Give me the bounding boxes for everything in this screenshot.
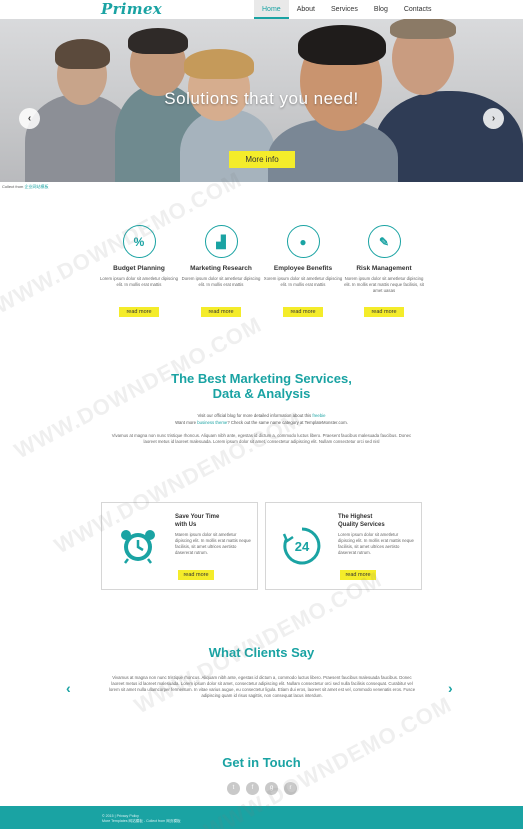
site-logo[interactable]: Primex [101, 0, 162, 18]
google-plus-icon[interactable]: g [265, 782, 278, 795]
clients-testimonial: Vivamus at magna non nunc tristique rhon… [108, 675, 416, 698]
social-links: t f g r [227, 782, 297, 795]
clients-prev-button[interactable]: ‹ [66, 680, 71, 696]
box-text: Marem ipsum dolor sit ametletur dipiscin… [175, 532, 251, 555]
percent-icon: % [122, 225, 156, 258]
hero-next-button[interactable]: › [483, 108, 504, 129]
user-icon: ● [286, 225, 320, 258]
blog-line-text: Visit our official blog for more detaile… [197, 413, 312, 418]
marketing-title-line2: Data & Analysis [212, 386, 311, 401]
marketing-blog-line: Visit our official blog for more detaile… [0, 413, 523, 418]
site-footer: © 2015 | Privacy Policy More Templates 网… [0, 806, 523, 829]
box-title-line2: with Us [175, 522, 197, 528]
feature-text: Xorem ipsum dolor sit ametletur dipiscin… [263, 276, 343, 287]
feature-title: Marketing Research [190, 265, 252, 272]
nav-blog[interactable]: Blog [366, 0, 396, 19]
feature-text: Dorem ipsum dolor sit ametletur dipiscin… [181, 276, 261, 287]
clients-title: What Clients Say [208, 645, 315, 660]
site-header: Primex Home About Services Blog Contacts [0, 0, 523, 19]
marketing-title-line1: The Best Marketing Services, [171, 371, 352, 386]
box-title-line1: The Highest [338, 514, 373, 520]
chevron-right-icon: › [491, 113, 496, 124]
hero-title: Solutions that you need! [164, 89, 359, 108]
feature-title: Employee Benefits [273, 265, 333, 272]
collect-from-note: Collect from 企业网站模板 [2, 184, 48, 190]
read-more-button[interactable]: read more [119, 307, 159, 317]
theme-line-post: ? Check out the same name category at Te… [227, 420, 348, 425]
box-text: Lorem ipsum dolor sit ametletur dipiscin… [338, 532, 414, 555]
contact-title: Get in Touch [222, 755, 301, 770]
feature-employee-benefits: ● Employee Benefits Xorem ipsum dolor si… [261, 225, 345, 288]
hero-slider: ‹ › Solutions that you need! More info [0, 19, 523, 182]
nav-about[interactable]: About [289, 0, 323, 19]
read-more-button[interactable]: read more [364, 307, 404, 317]
chevron-left-icon: ‹ [66, 680, 71, 696]
hero-prev-button[interactable]: ‹ [19, 108, 40, 129]
page: Primex Home About Services Blog Contacts [0, 0, 523, 829]
twitter-icon[interactable]: t [227, 782, 240, 795]
nav-home[interactable]: Home [254, 0, 289, 19]
nav-services[interactable]: Services [323, 0, 366, 19]
footer-templates[interactable]: More Templates 网站模板 - Collect from 网页模板 [102, 819, 181, 824]
marketing-paragraph: Vivamus at magna non nunc tristique rhon… [111, 433, 412, 444]
read-more-button[interactable]: read more [283, 307, 323, 317]
service-box-quality: 24 The Highest Quality Services Lorem ip… [265, 502, 422, 590]
feature-marketing-research: ▟ Marketing Research Dorem ipsum dolor s… [179, 225, 263, 288]
freebie-link[interactable]: freebie [312, 413, 325, 418]
feature-text: Lorem ipsum dolor sit ametletur dipiscin… [99, 276, 179, 287]
read-more-button[interactable]: read more [340, 570, 376, 580]
wrench-icon: ✎ [367, 225, 401, 258]
footer-copyright[interactable]: © 2015 | Privacy Policy [102, 814, 139, 818]
box-title-line1: Save Your Time [175, 514, 220, 520]
nav-contacts[interactable]: Contacts [396, 0, 440, 19]
collect-link[interactable]: 企业网站模板 [24, 184, 48, 189]
service-box-save-time: Save Your Time with Us Marem ipsum dolor… [101, 502, 258, 590]
svg-text:24: 24 [295, 539, 310, 554]
read-more-button[interactable]: read more [178, 570, 214, 580]
main-nav: Home About Services Blog Contacts [254, 0, 439, 19]
rss-icon[interactable]: r [284, 782, 297, 795]
feature-text: Norem ipsum dolor sit ametletur dipiscin… [344, 276, 424, 293]
box-title-line2: Quality Services [338, 522, 385, 528]
feature-title: Budget Planning [113, 265, 165, 272]
chevron-left-icon: ‹ [27, 113, 32, 124]
clients-next-button[interactable]: › [448, 680, 453, 696]
marketing-theme-line: Want more business theme? Check out the … [0, 420, 523, 425]
box-title: The Highest Quality Services [338, 513, 385, 529]
support-24-icon: 24 [282, 527, 321, 565]
feature-title: Risk Management [356, 265, 412, 272]
read-more-button[interactable]: read more [201, 307, 241, 317]
alarm-clock-icon [121, 530, 155, 564]
marketing-title: The Best Marketing Services, Data & Anal… [0, 371, 523, 401]
feature-risk-management: ✎ Risk Management Norem ipsum dolor sit … [342, 225, 426, 294]
facebook-icon[interactable]: f [246, 782, 259, 795]
chevron-right-icon: › [448, 680, 453, 696]
more-info-button[interactable]: More info [229, 151, 295, 168]
theme-line-pre: Want more [175, 420, 196, 425]
business-theme-link[interactable]: business theme [197, 420, 227, 425]
box-title: Save Your Time with Us [175, 513, 219, 529]
collect-prefix: Collect from [2, 184, 24, 189]
bar-chart-icon: ▟ [204, 225, 238, 258]
feature-budget-planning: % Budget Planning Lorem ipsum dolor sit … [97, 225, 181, 288]
